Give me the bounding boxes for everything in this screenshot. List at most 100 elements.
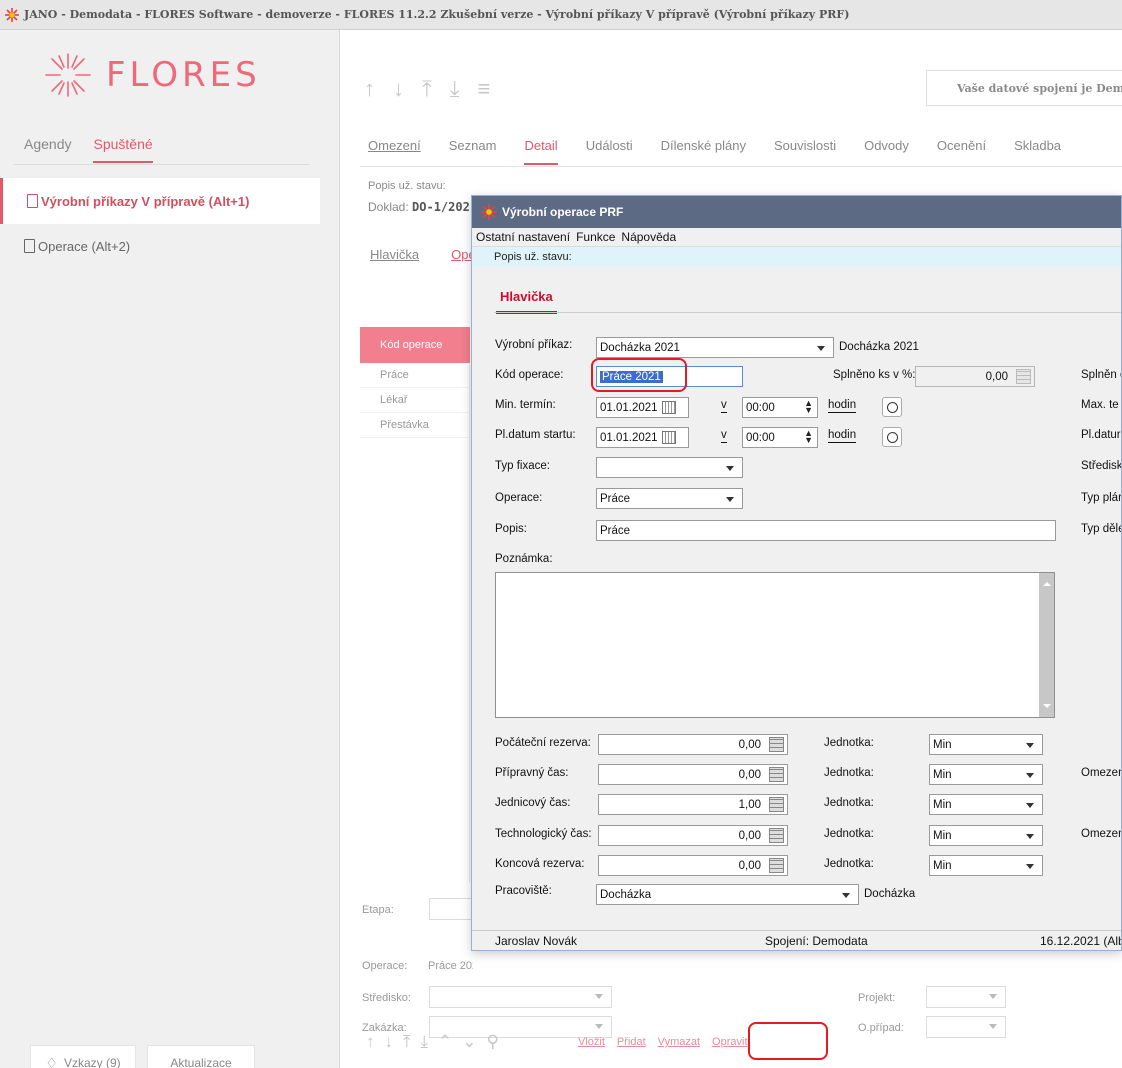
chevron-up-icon[interactable]: ⌃ [438,1032,452,1052]
arrow-up-icon[interactable]: ↑ [366,1032,375,1052]
menu-funkce[interactable]: Funkce [576,230,615,244]
arrow-up-icon[interactable]: ↑ [364,76,375,102]
dialog-tab-divider [494,312,1121,313]
time-row-label: Přípravný čas: [495,767,569,779]
insert-link[interactable]: Vložit [578,1036,605,1048]
arrow-down-icon[interactable]: ↓ [393,76,404,102]
tab-seznam[interactable]: Seznam [449,138,497,165]
menu-icon[interactable]: ≡ [477,76,490,102]
tab-omezeni[interactable]: Omezení [368,138,421,165]
tab-skladba[interactable]: Skladba [1014,138,1061,165]
min-termin-date[interactable]: 01.01.2021 [596,397,689,418]
projekt-select[interactable] [926,986,1006,1008]
main-tabs-divider [360,166,1122,167]
arrow-last-icon[interactable]: ⤓ [421,1032,429,1052]
arrow-first-icon[interactable]: ⤒ [422,76,432,102]
stredisko-select[interactable] [429,986,612,1008]
bell-icon: ♢ [45,1054,58,1068]
pl-datum-date[interactable]: 01.01.2021 [596,427,689,448]
footer-user: Jaroslav Novák [495,934,578,948]
pocatecni-rezerva-input[interactable]: 0,00 [598,734,788,755]
refresh-label: Aktualizace [170,1056,232,1068]
pl-datum-time[interactable]: 00:00 ▲ ▼ [742,427,818,448]
vyrobni-prikaz-select[interactable]: Docházka 2021 [596,337,834,358]
min-termin-time[interactable]: 00:00 ▲ ▼ [742,397,818,418]
jednotka-value: Min [933,859,952,872]
jednotka-select[interactable]: Min [929,855,1043,876]
chevron-down-icon [1026,773,1034,778]
menu-ostatni-nastaveni[interactable]: Ostatní nastavení [476,230,570,244]
grid-header[interactable]: Kód operace [360,327,470,363]
chevron-down-icon [726,497,734,502]
scrollbar[interactable] [1039,573,1054,717]
jednotka-value: Min [933,768,952,781]
min-termin-time-value: 00:00 [746,401,775,414]
calendar-icon[interactable] [661,401,676,414]
pripravny-cas-value: 0,00 [738,768,761,781]
arrow-down-icon[interactable]: ↓ [385,1032,394,1052]
clock-icon[interactable] [882,397,902,417]
bg-operace-field[interactable]: Práce 2021 [424,955,473,977]
jednicovy-cas-input[interactable]: 1,00 [598,794,788,815]
edit-link[interactable]: Opravit [712,1036,747,1048]
left-item-label: Výrobní příkazy V přípravě (Alt+1) [41,193,250,209]
koncova-rezerva-input[interactable]: 0,00 [598,855,788,876]
reports-button[interactable]: ♢ Vzkazy (9) [30,1045,136,1068]
pracoviste-select[interactable]: Docházka [596,884,859,905]
left-item-vyrobni-prikazy[interactable]: Výrobní příkazy V přípravě (Alt+1) [0,178,320,224]
calculator-icon[interactable] [769,858,784,873]
jednotka-select[interactable]: Min [929,794,1043,815]
dialog-statusbar: Jaroslav Novák Spojení: Demodata 16.12.2… [472,930,1121,950]
highlight-kod-operace [591,358,687,392]
pripravny-cas-input[interactable]: 0,00 [598,764,788,785]
calculator-icon[interactable] [769,737,784,752]
refresh-button[interactable]: Aktualizace [147,1045,255,1068]
calculator-icon[interactable] [769,797,784,812]
poznamka-textarea[interactable] [495,572,1055,718]
spinner-icon[interactable]: ▲ ▼ [804,429,813,445]
tab-oceneni[interactable]: Ocenění [937,138,986,165]
arrow-first-icon[interactable]: ⤒ [403,1032,411,1052]
grid-nav-icons: ↑ ↓ ⤒ ⤓ ⌃ ⌄ ⚲ [366,1032,499,1052]
tab-odvody[interactable]: Odvody [864,138,909,165]
left-panel: FLORES Agendy Spuštěné Výrobní příkazy V… [0,30,340,1068]
hodin-label: hodin [828,429,857,443]
operace-select[interactable]: Práce [596,488,743,509]
popis-input[interactable]: Práce [596,520,1056,541]
jednotka-select[interactable]: Min [929,825,1043,846]
tab-spustene[interactable]: Spuštěné [93,136,153,163]
tab-dilenske-plany[interactable]: Dílenské plány [661,138,746,165]
tab-souvislosti[interactable]: Souvislosti [774,138,836,165]
etapa-field[interactable] [429,898,473,920]
subtab-hlavicka[interactable]: Hlavička [370,247,419,262]
oppripad-select[interactable] [926,1016,1006,1038]
clock-icon[interactable] [882,427,902,447]
search-icon[interactable]: ⚲ [487,1032,499,1052]
jednotka-select[interactable]: Min [929,734,1043,755]
left-item-operace[interactable]: Operace (Alt+2) [0,223,320,269]
tab-agendy[interactable]: Agendy [24,136,71,163]
pocatecni-rezerva-value: 0,00 [738,738,761,751]
operace-label: Operace: [495,492,543,504]
calendar-icon[interactable] [661,431,676,444]
chevron-down-icon [726,466,734,471]
calculator-icon[interactable] [769,828,784,843]
tab-hlavicka[interactable]: Hlavička [496,289,557,314]
chevron-down-icon[interactable]: ⌄ [462,1032,476,1052]
delete-link[interactable]: Vymazat [658,1036,700,1048]
jednotka-select[interactable]: Min [929,764,1043,785]
typ-fixace-select[interactable] [596,457,743,478]
add-link[interactable]: Přidat [617,1036,646,1048]
technologicky-cas-input[interactable]: 0,00 [598,825,788,846]
dialog-status-bar: Popis už. stavu: [472,247,1121,267]
poznamka-label: Poznámka: [495,553,553,565]
left-item-label: Operace (Alt+2) [38,238,131,254]
splneno-value: 0,00 [985,370,1008,383]
menu-napoveda[interactable]: Nápověda [621,230,676,244]
spinner-icon[interactable]: ▲ ▼ [804,399,813,415]
tab-detail[interactable]: Detail [524,138,558,165]
arrow-last-icon[interactable]: ⤓ [450,76,460,102]
calculator-icon[interactable] [769,767,784,782]
document-icon [24,239,35,253]
tab-udalosti[interactable]: Události [586,138,633,165]
